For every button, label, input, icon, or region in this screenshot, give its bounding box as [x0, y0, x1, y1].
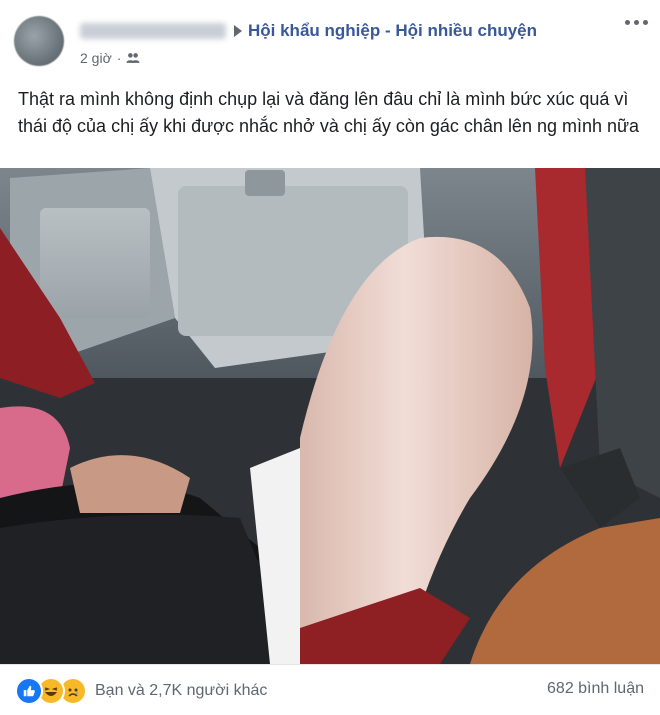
reactions-count[interactable]: Bạn và 2,7K người khác	[95, 682, 267, 700]
group-name-link[interactable]: Hội khẩu nghiệp - Hội nhiều chuyện	[248, 21, 537, 41]
post-meta: 2 giờ ·	[80, 48, 140, 68]
more-options-icon[interactable]	[625, 20, 648, 25]
post-header: Hội khẩu nghiệp - Hội nhiều chuyện 2 giờ…	[0, 0, 660, 78]
author-name-blurred[interactable]	[80, 23, 226, 39]
menu-dot	[625, 20, 630, 25]
caret-right-icon	[234, 25, 242, 37]
post-time[interactable]: 2 giờ	[80, 50, 112, 66]
post-card: Hội khẩu nghiệp - Hội nhiều chuyện 2 giờ…	[0, 0, 660, 714]
reactions-summary[interactable]: Bạn và 2,7K người khác	[15, 677, 267, 705]
airplane-seat-photo	[0, 168, 660, 664]
author-line: Hội khẩu nghiệp - Hội nhiều chuyện	[80, 20, 537, 42]
author-avatar[interactable]	[14, 16, 64, 66]
post-footer: Bạn và 2,7K người khác 682 bình luận	[0, 664, 660, 715]
like-icon	[15, 677, 43, 705]
group-icon	[126, 53, 140, 63]
post-photo[interactable]	[0, 168, 660, 664]
meta-separator: ·	[116, 50, 122, 66]
menu-dot	[643, 20, 648, 25]
comments-count[interactable]: 682 bình luận	[547, 680, 644, 698]
menu-dot	[634, 20, 639, 25]
post-text: Thật ra mình không định chụp lại và đăng…	[18, 89, 640, 136]
